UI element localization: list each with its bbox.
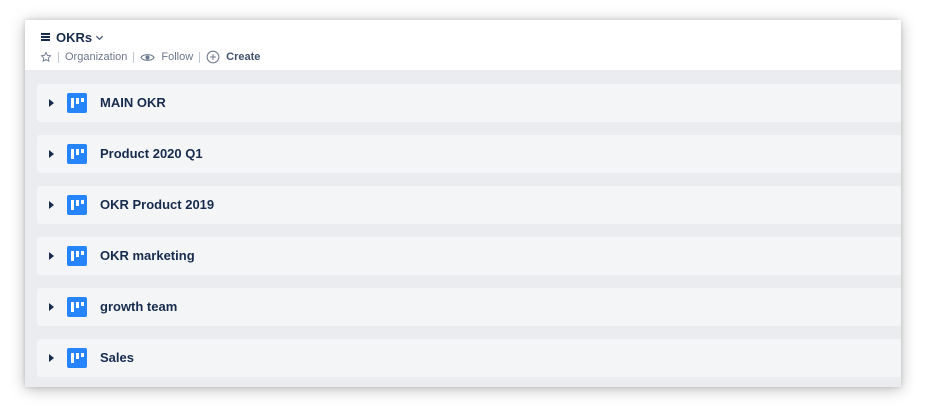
chevron-down-icon[interactable] (95, 33, 104, 42)
star-button[interactable] (40, 51, 52, 63)
board-icon (67, 144, 87, 164)
plus-circle-icon (206, 50, 220, 64)
meta-row: Organization Follow Create (40, 49, 260, 65)
board-icon (67, 195, 87, 215)
board-title[interactable]: OKR marketing (100, 248, 195, 263)
board-title[interactable]: growth team (100, 299, 177, 314)
caret-right-icon[interactable] (49, 303, 54, 311)
board-title[interactable]: Sales (100, 350, 134, 365)
caret-right-icon[interactable] (49, 354, 54, 362)
board-title[interactable]: MAIN OKR (100, 95, 166, 110)
organization-link[interactable]: Organization (65, 51, 127, 63)
follow-button[interactable]: Follow (140, 51, 193, 63)
divider (133, 51, 135, 63)
board-list: MAIN OKR Product 2020 Q1 OKR Product 201… (37, 84, 901, 387)
board-row[interactable]: OKR Product 2019 (37, 186, 901, 224)
board-icon (67, 297, 87, 317)
board-title[interactable]: Product 2020 Q1 (100, 146, 203, 161)
board-row[interactable]: Sales (37, 339, 901, 377)
board-row[interactable]: OKR marketing (37, 237, 901, 275)
create-label: Create (226, 51, 261, 63)
divider (58, 51, 59, 63)
board-icon (67, 93, 87, 113)
board-row[interactable]: growth team (37, 288, 901, 326)
caret-right-icon[interactable] (49, 150, 54, 158)
board-row[interactable]: MAIN OKR (37, 84, 901, 122)
eye-icon (140, 53, 156, 61)
divider (199, 51, 201, 63)
caret-right-icon[interactable] (49, 252, 54, 260)
page-header: OKRs Organization Follow Create (25, 20, 901, 70)
caret-right-icon[interactable] (49, 201, 54, 209)
board-icon (67, 348, 87, 368)
board-row[interactable]: Product 2020 Q1 (37, 135, 901, 173)
board-title[interactable]: OKR Product 2019 (100, 197, 214, 212)
board-icon (67, 246, 87, 266)
follow-label: Follow (161, 51, 194, 63)
create-button[interactable]: Create (206, 50, 260, 64)
star-icon[interactable] (40, 51, 52, 63)
page-title[interactable]: OKRs (56, 30, 92, 45)
title-row[interactable]: OKRs (41, 28, 104, 46)
hamburger-icon[interactable] (41, 32, 50, 43)
caret-right-icon[interactable] (49, 99, 54, 107)
okrs-window: OKRs Organization Follow Create MAIN OKR… (25, 20, 901, 387)
